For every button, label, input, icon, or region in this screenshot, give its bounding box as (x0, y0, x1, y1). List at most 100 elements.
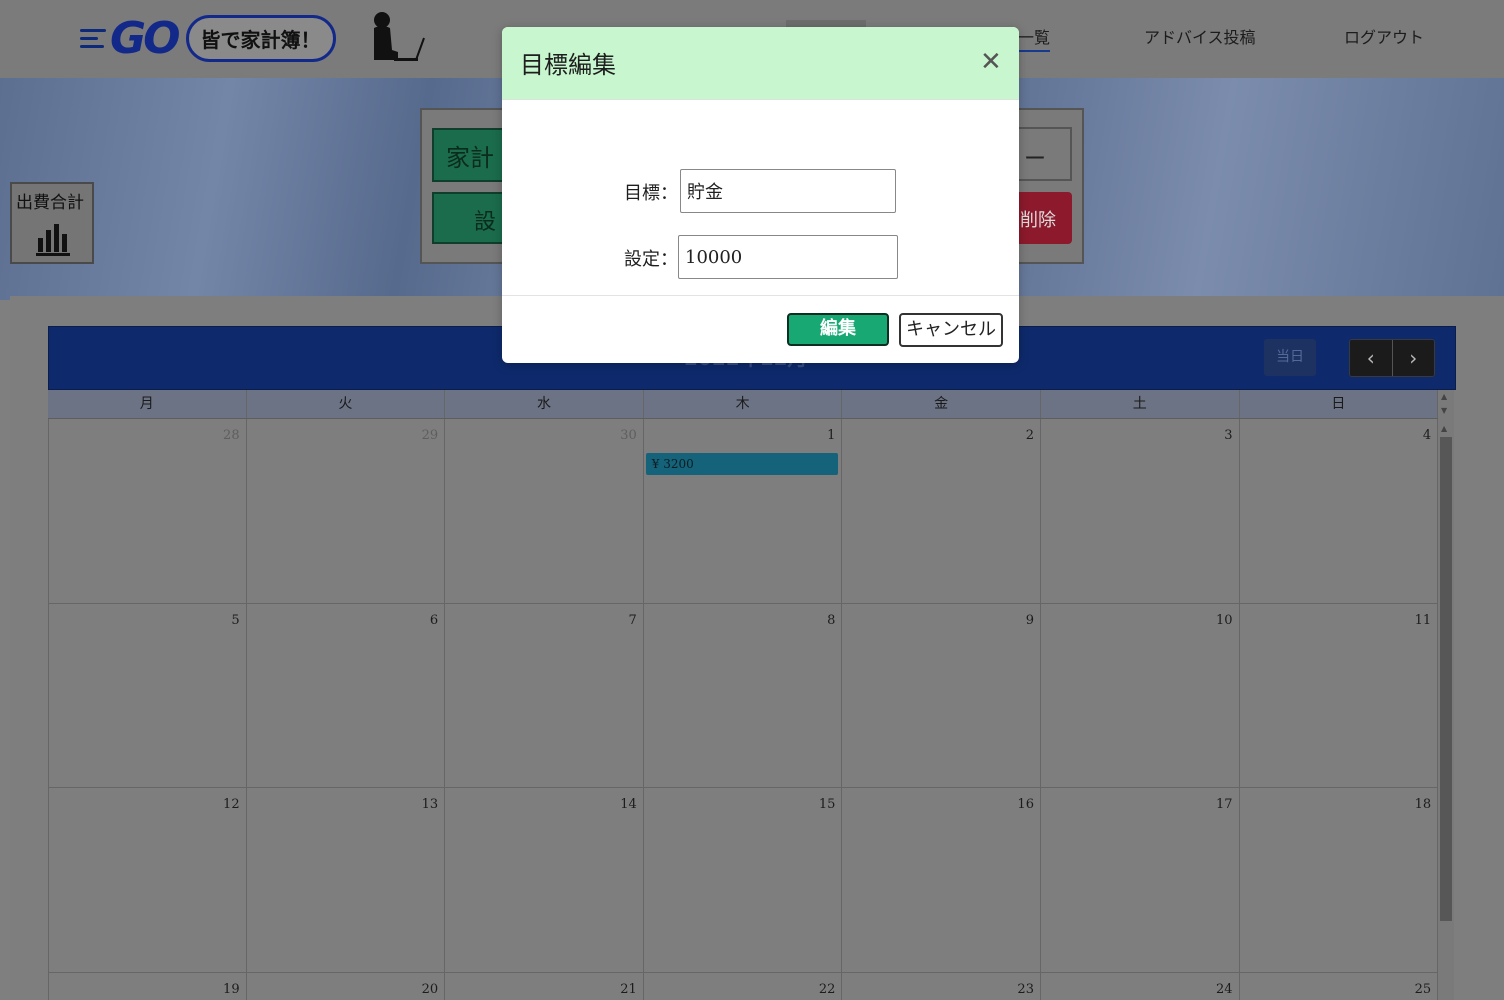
modal-header: 目標編集 ✕ (502, 27, 1019, 100)
calendar-day-cell[interactable]: 10 (1041, 603, 1240, 787)
day-number: 21 (620, 981, 637, 997)
day-number: 9 (1025, 612, 1034, 628)
nav-advice-post[interactable]: アドバイス投稿 (1144, 24, 1256, 48)
day-number: 29 (421, 428, 439, 443)
weekday-header-row: 月 火 水 木 金 土 日 (48, 390, 1439, 419)
goal-label: 目標： (624, 183, 678, 204)
calendar-day-cell[interactable]: 16 (842, 788, 1041, 972)
cancel-button[interactable]: キャンセル (899, 313, 1003, 347)
day-number: 4 (1422, 428, 1432, 443)
day-number: 20 (421, 981, 439, 997)
day-number: 2 (1025, 428, 1034, 443)
day-number: 25 (1414, 981, 1432, 997)
calendar-day-cell[interactable]: 21 (445, 972, 644, 1000)
calendar-week-row: 19 20 21 22 23 24 25 (48, 972, 1439, 1000)
weekday-fri: 金 (842, 390, 1041, 418)
month-nav-group: ‹ › (1349, 339, 1435, 377)
chevron-right-icon[interactable]: › (1392, 340, 1434, 376)
day-number: 10 (1216, 612, 1233, 628)
modal-divider (502, 295, 1019, 296)
scroll-up-arrow-icon[interactable]: ▲ (1441, 424, 1447, 433)
calendar-day-cell[interactable]: 2 (842, 419, 1041, 603)
logo-go-text: GO (110, 12, 181, 64)
close-icon[interactable]: ✕ (980, 47, 1002, 77)
calendar-day-cell[interactable]: 8 (644, 603, 843, 787)
speed-lines-icon (80, 28, 106, 48)
scroll-down-arrow-icon[interactable]: ▼ (1441, 406, 1447, 415)
day-number: 19 (223, 981, 240, 997)
delete-button[interactable]: 削除 (1012, 192, 1072, 244)
calendar-event[interactable]: ¥ 3200 (645, 453, 838, 475)
weekday-tue: 火 (247, 390, 446, 418)
scroll-thumb[interactable] (1440, 437, 1452, 921)
day-number: 18 (1414, 797, 1432, 812)
day-number: 5 (231, 612, 240, 628)
calendar-day-cell[interactable]: 28 (48, 419, 247, 603)
weekday-thu: 木 (644, 390, 843, 418)
nav-list[interactable]: 一覧 (1018, 24, 1051, 52)
today-button[interactable]: 当日 (1264, 339, 1316, 376)
expense-total-label: 出費合計 (16, 193, 84, 213)
day-number: 6 (429, 612, 439, 628)
logo-tagline: 皆で家計簿！ (185, 14, 336, 62)
nav-logout[interactable]: ログアウト (1344, 24, 1424, 48)
edit-button[interactable]: 編集 (787, 313, 889, 346)
calendar-day-cell[interactable]: 30 (445, 419, 644, 603)
calendar-day-cell[interactable]: 19 (48, 972, 247, 1000)
day-number: 16 (1017, 797, 1034, 812)
calendar-day-cell[interactable]: 3 (1041, 419, 1240, 603)
panel-button-right[interactable]: ー (1010, 127, 1072, 181)
calendar-day-cell[interactable]: 22 (644, 972, 843, 1000)
calendar-day-cell[interactable]: 14 (445, 788, 644, 972)
weekday-sun: 日 (1240, 390, 1439, 418)
day-number: 11 (1414, 612, 1432, 628)
calendar-day-cell[interactable]: 18 (1240, 788, 1439, 972)
bar-chart-icon (36, 224, 70, 256)
calendar-day-cell[interactable]: 1 ¥ 3200 (644, 419, 843, 603)
calendar-day-cell[interactable]: 24 (1041, 972, 1240, 1000)
modal-title: 目標編集 (520, 51, 616, 79)
calendar-day-cell[interactable]: 12 (48, 788, 247, 972)
calendar-day-cell[interactable]: 13 (247, 788, 446, 972)
day-number: 14 (620, 797, 637, 812)
weekday-wed: 水 (445, 390, 644, 418)
day-number: 30 (620, 428, 637, 443)
calendar-day-cell[interactable]: 9 (842, 603, 1041, 787)
day-number: 22 (818, 981, 836, 997)
calendar-week-row: 12 13 14 15 16 17 18 (48, 788, 1439, 973)
setting-label: 設定： (624, 249, 678, 270)
calendar-day-cell[interactable]: 17 (1041, 788, 1240, 972)
calendar-day-cell[interactable]: 5 (48, 603, 247, 787)
day-number: 15 (818, 797, 836, 812)
day-number: 12 (223, 797, 240, 812)
scroll-up-arrow-icon[interactable]: ▲ (1441, 392, 1447, 401)
day-number: 7 (628, 612, 637, 628)
day-number: 8 (827, 612, 836, 628)
calendar-grid: 28 29 30 1 ¥ 3200 2 3 4 5 6 7 8 9 10 11 12 13 14 15 16 17 18 1… (48, 419, 1439, 1000)
goal-edit-modal: 目標編集 ✕ 目標： 設定： 編集 キャンセル (502, 27, 1019, 363)
calendar-day-cell[interactable]: 15 (644, 788, 843, 972)
calendar-day-cell[interactable]: 29 (247, 419, 446, 603)
site-logo[interactable]: GO 皆で家計簿！ (80, 10, 425, 66)
setting-input[interactable] (678, 235, 898, 279)
day-number: 24 (1216, 981, 1233, 997)
calendar-day-cell[interactable]: 25 (1240, 972, 1439, 1000)
calendar-day-cell[interactable]: 20 (247, 972, 446, 1000)
expense-total-button[interactable]: 出費合計 (10, 182, 94, 264)
day-number: 1 (827, 428, 836, 443)
weekday-mon: 月 (48, 390, 247, 418)
calendar-day-cell[interactable]: 6 (247, 603, 446, 787)
calendar-week-row: 5 6 7 8 9 10 11 (48, 603, 1439, 788)
day-number: 13 (421, 797, 439, 812)
day-number: 28 (223, 428, 240, 443)
person-at-laptop-icon (374, 12, 425, 61)
calendar-day-cell[interactable]: 11 (1240, 603, 1439, 787)
calendar-day-cell[interactable]: 4 (1240, 419, 1439, 603)
weekday-sat: 土 (1041, 390, 1240, 418)
calendar-day-cell[interactable]: 23 (842, 972, 1041, 1000)
goal-input[interactable] (680, 169, 896, 213)
day-number: 3 (1224, 428, 1233, 443)
chevron-left-icon[interactable]: ‹ (1350, 340, 1393, 376)
day-number: 23 (1017, 981, 1034, 997)
calendar-day-cell[interactable]: 7 (445, 603, 644, 787)
